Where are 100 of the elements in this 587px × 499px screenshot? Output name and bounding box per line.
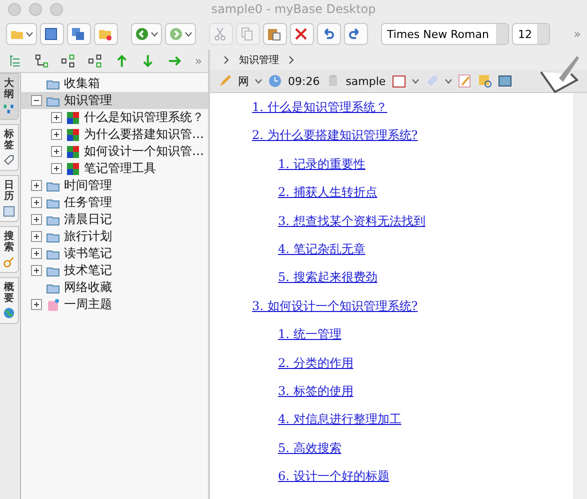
close-button[interactable] <box>94 23 118 45</box>
cut-icon <box>213 27 227 41</box>
pencil-icon <box>218 74 232 88</box>
back-button[interactable] <box>131 23 162 45</box>
outline-link[interactable]: 6. 设计一个好的标题 <box>278 468 390 496</box>
outline-link[interactable]: 2. 为什么要搭建知识管理系统? <box>252 127 418 156</box>
caret-icon <box>412 78 419 84</box>
chevron-icon <box>224 56 229 64</box>
tree-item[interactable]: 知识管理 <box>21 92 208 109</box>
topic-icon <box>46 298 60 312</box>
add-sibling-icon <box>61 54 76 68</box>
folder-close-icon <box>98 27 112 41</box>
outline-link[interactable]: 4. 对信息进行整理加工 <box>278 411 402 440</box>
breadcrumb-item[interactable]: 知识管理 <box>239 53 279 67</box>
right-arrow-icon <box>168 54 182 68</box>
expand-icon[interactable] <box>31 248 42 259</box>
paste-button[interactable] <box>263 23 287 45</box>
outline-link[interactable]: 1. 记录的重要性 <box>278 156 366 184</box>
save-all-icon <box>71 27 85 41</box>
tag-icon <box>3 154 15 166</box>
delete-icon <box>294 27 308 41</box>
format-label[interactable]: 网 <box>238 74 249 88</box>
up-arrow-icon <box>114 54 128 68</box>
note-icon <box>66 128 80 142</box>
collapse-icon[interactable] <box>31 95 42 106</box>
caret-icon <box>151 32 158 36</box>
expand-icon[interactable] <box>31 180 42 191</box>
expand-icon[interactable] <box>31 231 42 242</box>
outline-link[interactable]: 2. 捕获人生转折点 <box>278 184 378 213</box>
tree-item[interactable]: 旅行计划 <box>21 228 208 245</box>
outline-link[interactable]: 5. 搜索起来很费劲 <box>278 269 378 298</box>
forward-icon <box>169 27 183 41</box>
side-tab[interactable]: 日历 <box>0 175 19 222</box>
save-button[interactable] <box>40 23 64 45</box>
note-icon <box>66 110 80 124</box>
expand-icon[interactable] <box>51 112 62 123</box>
expand-icon[interactable] <box>51 163 62 174</box>
tree-item[interactable]: 笔记管理工具 <box>21 160 208 177</box>
database-label: sample <box>346 74 386 88</box>
expand-icon[interactable] <box>51 129 62 140</box>
add-child-icon <box>88 54 102 68</box>
globe-icon <box>3 307 15 319</box>
expand-icon[interactable] <box>51 146 62 157</box>
copy-icon <box>240 27 254 41</box>
edit-icon <box>458 74 472 88</box>
outline-link[interactable]: 2. 分类的作用 <box>278 354 354 383</box>
note-icon <box>66 144 80 158</box>
tree-icon <box>8 54 22 68</box>
outline-link[interactable]: 4. 笔记杂乱无章 <box>278 240 366 270</box>
outline-link[interactable]: 5. 高效搜索 <box>278 440 342 468</box>
paste-icon <box>267 27 281 41</box>
side-tab[interactable]: 概要 <box>0 277 19 324</box>
caret-icon <box>255 78 262 84</box>
tree-item[interactable]: 读书笔记 <box>21 245 208 262</box>
side-tab[interactable]: 标签 <box>0 124 19 171</box>
outline-link[interactable]: 1. 什么是知识管理系统？ <box>252 99 388 128</box>
outline-link[interactable]: 3. 想查找某个资料无法找到 <box>278 212 426 241</box>
branch-icon <box>34 54 48 68</box>
tree-item[interactable]: 网络收藏 <box>21 279 208 296</box>
delete-button[interactable] <box>290 23 314 45</box>
caret-icon <box>26 32 33 36</box>
expand-icon[interactable] <box>31 265 42 276</box>
outline-link[interactable]: 3. 标签的使用 <box>278 382 354 412</box>
clock-icon <box>268 74 282 88</box>
undo-button[interactable] <box>317 23 341 45</box>
tree-item[interactable]: 技术笔记 <box>21 262 208 279</box>
size-select[interactable]: 12 <box>512 23 550 45</box>
tree-item[interactable]: 如何设计一个知识管… <box>21 143 208 160</box>
window-icon <box>498 74 512 88</box>
time-label: 09:26 <box>288 74 320 88</box>
tree-item[interactable]: 任务管理 <box>21 194 208 211</box>
window-title: sample0 - myBase Desktop <box>211 2 376 16</box>
calendar-icon <box>392 74 406 88</box>
expand-icon[interactable] <box>31 299 42 310</box>
tree-item[interactable]: 清晨日记 <box>21 211 208 228</box>
outline-icon <box>3 103 15 115</box>
tree-item[interactable]: 为什么要搭建知识管… <box>21 126 208 143</box>
font-select[interactable]: Times New Roman <box>381 23 509 45</box>
chevron-icon <box>289 56 294 64</box>
search-icon <box>3 256 15 268</box>
caret-icon <box>185 32 192 36</box>
tree-item[interactable]: 一周主题 <box>21 296 208 313</box>
tree-item[interactable]: 什么是知识管理系统？ <box>21 109 208 126</box>
side-tab[interactable]: 大纲 <box>0 73 19 120</box>
outline-link[interactable]: 1. 统一管理 <box>278 326 342 355</box>
caret-icon <box>444 78 452 84</box>
redo-button[interactable] <box>344 23 368 45</box>
calendar-icon <box>3 205 15 217</box>
expand-icon[interactable] <box>31 214 42 225</box>
note-search-icon <box>478 74 492 88</box>
outline-link[interactable]: 3. 如何设计一个知识管理系统? <box>252 298 418 326</box>
tree-item[interactable]: 收集箱 <box>21 75 208 92</box>
tree-item[interactable]: 时间管理 <box>21 177 208 194</box>
expand-icon[interactable] <box>31 197 42 208</box>
saveall-button[interactable] <box>67 23 91 45</box>
tag-icon <box>424 74 439 88</box>
back-icon <box>135 27 149 41</box>
note-icon <box>66 162 80 176</box>
side-tab[interactable]: 搜索 <box>0 226 19 273</box>
save-icon <box>44 27 58 41</box>
